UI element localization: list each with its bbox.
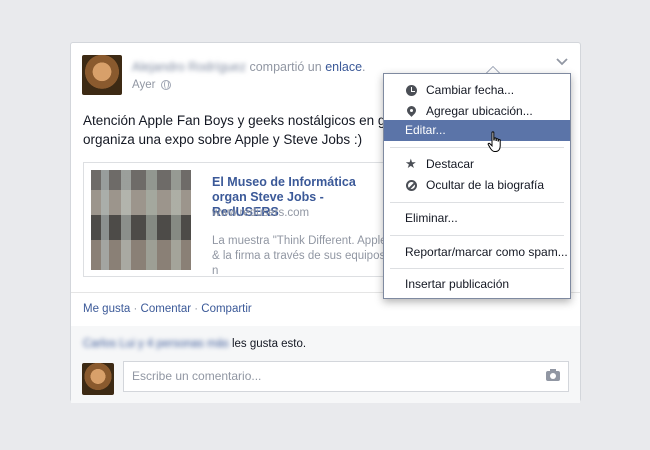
menu-item-report-spam[interactable]: Reportar/marcar como spam...	[384, 241, 570, 263]
menu-separator	[390, 235, 564, 236]
shared-end: .	[362, 60, 366, 74]
comment-link[interactable]: Comentar	[141, 303, 192, 315]
menu-item-embed[interactable]: Insertar publicación	[384, 273, 570, 295]
commenter-avatar	[82, 363, 114, 395]
shared-link[interactable]: enlace	[325, 60, 362, 74]
separator: ·	[130, 303, 141, 315]
separator: ·	[191, 303, 202, 315]
menu-item-edit[interactable]: Editar...	[384, 120, 570, 141]
star-icon: ★	[405, 156, 417, 171]
menu-item-label: Eliminar...	[405, 211, 458, 225]
post-text-line2: organiza una expo sobre Apple y Steve Jo…	[83, 132, 363, 147]
menu-item-hide-timeline[interactable]: Ocultar de la biografía	[384, 174, 570, 196]
menu-item-add-location[interactable]: Agregar ubicación...	[384, 100, 570, 122]
clock-icon	[406, 85, 417, 96]
menu-item-label: Reportar/marcar como spam...	[405, 245, 568, 259]
author-name[interactable]: Alejandro Rodríguez	[132, 60, 246, 74]
post-text: Atención Apple Fan Boys y geeks nostálgi…	[83, 111, 408, 149]
menu-item-label: Agregar ubicación...	[426, 104, 533, 118]
shared-text: compartió un	[249, 60, 322, 74]
attachment-description: La muestra "Think Different. Apple & la …	[212, 235, 387, 277]
post-timestamp[interactable]: Ayer	[132, 79, 155, 91]
hand-cursor-icon	[487, 131, 505, 153]
menu-arrow	[486, 66, 500, 73]
post-meta: Ayer	[132, 79, 172, 91]
location-pin-icon	[406, 106, 417, 117]
menu-item-label: Insertar publicación	[405, 277, 510, 291]
post-header: Alejandro Rodríguez compartió un enlace.	[132, 60, 366, 74]
menu-item-label: Cambiar fecha...	[426, 83, 515, 97]
chevron-down-icon[interactable]	[555, 57, 569, 67]
attachment-thumbnail[interactable]	[91, 170, 191, 270]
block-icon	[406, 180, 417, 191]
author-avatar[interactable]	[82, 55, 122, 95]
comment-input[interactable]: Escribe un comentario...	[123, 361, 569, 392]
attachment-url: www.redusers.com	[212, 207, 310, 219]
post-text-line1: Atención Apple Fan Boys y geeks nostálgi…	[83, 113, 408, 128]
post-options-menu: Cambiar fecha... Agregar ubicación... Ed…	[383, 73, 571, 299]
likers-names[interactable]: Carlos Lui y 4 personas más	[83, 338, 229, 350]
globe-icon[interactable]	[161, 80, 172, 90]
menu-item-highlight[interactable]: ★ Destacar	[384, 153, 570, 175]
share-link[interactable]: Compartir	[201, 303, 251, 315]
menu-separator	[390, 147, 564, 148]
menu-item-change-date[interactable]: Cambiar fecha...	[384, 79, 570, 101]
menu-item-label: Destacar	[426, 157, 475, 171]
menu-separator	[390, 268, 564, 269]
menu-item-label: Editar...	[405, 123, 446, 137]
menu-item-delete[interactable]: Eliminar...	[384, 207, 570, 229]
post-actions: Me gusta · Comentar · Compartir	[83, 303, 252, 315]
likes-suffix: les gusta esto.	[231, 338, 307, 350]
camera-icon[interactable]	[546, 369, 560, 381]
ufi-section: Carlos Lui y 4 personas más les gusta es…	[71, 326, 580, 403]
comment-placeholder: Escribe un comentario...	[132, 369, 262, 383]
like-link[interactable]: Me gusta	[83, 303, 130, 315]
likes-summary: Carlos Lui y 4 personas más les gusta es…	[83, 338, 306, 350]
menu-item-label: Ocultar de la biografía	[426, 178, 545, 192]
menu-separator	[390, 202, 564, 203]
